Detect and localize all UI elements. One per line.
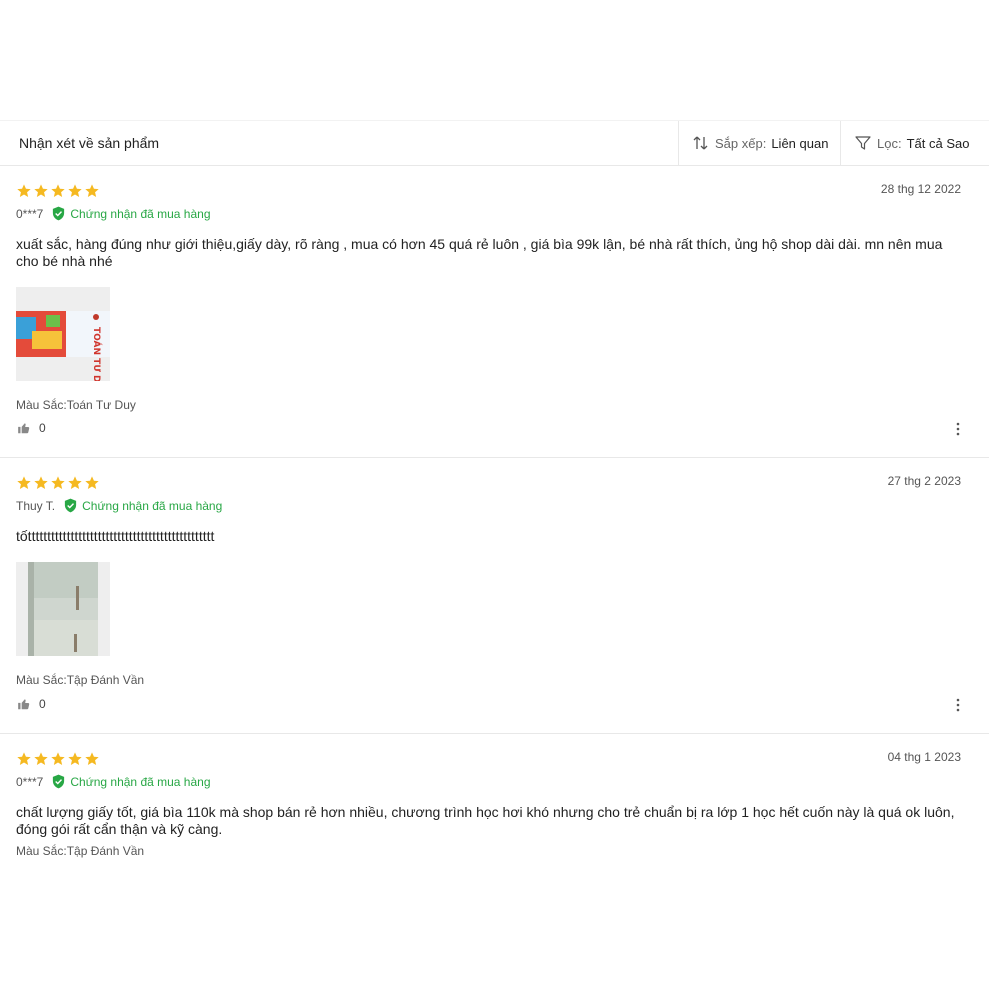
star-icon <box>85 184 99 197</box>
star-icon <box>85 752 99 765</box>
like-count: 0 <box>39 421 46 435</box>
verified-check-icon <box>53 206 65 221</box>
star-icon <box>34 184 48 197</box>
review-date: 28 thg 12 2022 <box>880 182 961 196</box>
more-options-icon[interactable] <box>955 698 961 712</box>
star-icon <box>34 476 48 489</box>
thumbs-up-icon <box>18 423 30 434</box>
review-date: 27 thg 2 2023 <box>887 474 961 488</box>
star-rating <box>16 751 100 767</box>
star-rating <box>16 475 100 491</box>
star-rating <box>16 183 100 199</box>
review-text: chất lượng giấy tốt, giá bìa 110k mà sho… <box>16 804 955 837</box>
verified-check-icon <box>53 774 65 789</box>
reviews-header: Nhận xét về sản phẩm Sắp xếp: Liên quan … <box>0 120 989 166</box>
star-icon <box>68 476 82 489</box>
star-icon <box>51 752 65 765</box>
like-button[interactable]: 0 <box>17 421 46 435</box>
reviewer-name: 0***7 <box>16 206 44 221</box>
star-icon <box>17 476 31 489</box>
review-item: 04 thg 1 2023 0***7 Chứng nhận đã mua hà… <box>0 734 989 870</box>
reviewer-name: 0***7 <box>16 774 44 789</box>
star-icon <box>68 752 82 765</box>
star-icon <box>17 752 31 765</box>
verified-purchase-text: Chứng nhận đã mua hàng <box>70 774 211 789</box>
variant-label: Màu Sắc:Tập Đánh Vần <box>16 673 145 687</box>
variant-label: Màu Sắc:Toán Tư Duy <box>16 398 136 412</box>
product-photo-image <box>16 562 110 656</box>
cover-title: TOÁN TƯ DUY <box>91 327 103 381</box>
verified-purchase-text: Chứng nhận đã mua hàng <box>82 498 223 513</box>
star-icon <box>34 752 48 765</box>
sort-control[interactable]: Sắp xếp: Liên quan <box>678 121 841 165</box>
star-icon <box>51 476 65 489</box>
filter-icon <box>855 136 871 150</box>
review-text: xuất sắc, hàng đúng như giới thiệu,giấy … <box>16 236 943 269</box>
verified-check-icon <box>65 498 77 513</box>
reviewer-line: 0***7 Chứng nhận đã mua hàng <box>16 206 211 221</box>
reviews-title: Nhận xét về sản phẩm <box>19 135 160 151</box>
review-item: 28 thg 12 2022 0***7 Chứng nhận đã mua h… <box>0 166 989 458</box>
reviewer-name: Thuy T. <box>16 498 56 513</box>
star-icon <box>17 184 31 197</box>
star-icon <box>85 476 99 489</box>
verified-purchase-text: Chứng nhận đã mua hàng <box>70 206 211 221</box>
variant-label: Màu Sắc:Tập Đánh Vần <box>16 844 145 858</box>
filter-control[interactable]: Lọc: Tất cả Sao <box>840 121 989 165</box>
thumbs-up-icon <box>18 699 30 710</box>
sort-value: Liên quan <box>771 135 829 151</box>
reviewer-line: 0***7 Chứng nhận đã mua hàng <box>16 774 211 789</box>
star-icon <box>68 184 82 197</box>
filter-value: Tất cả Sao <box>906 135 970 151</box>
review-text: tốtttttttttttttttttttttttttttttttttttttt… <box>16 528 215 544</box>
like-count: 0 <box>39 697 46 711</box>
review-date: 04 thg 1 2023 <box>887 750 961 764</box>
star-icon <box>51 184 65 197</box>
like-button[interactable]: 0 <box>17 697 46 711</box>
filter-label: Lọc: <box>877 135 902 151</box>
review-photo[interactable]: TOÁN TƯ DUY <box>16 287 110 381</box>
book-cover-image: TOÁN TƯ DUY <box>16 287 110 381</box>
reviewer-line: Thuy T. Chứng nhận đã mua hàng <box>16 498 222 513</box>
more-options-icon[interactable] <box>955 422 961 436</box>
sort-icon <box>693 136 708 150</box>
review-item: 27 thg 2 2023 Thuy T. Chứng nhận đã mua … <box>0 458 989 734</box>
sort-label: Sắp xếp: <box>715 135 767 151</box>
review-photo[interactable] <box>16 562 110 656</box>
reviews-panel: Nhận xét về sản phẩm Sắp xếp: Liên quan … <box>0 120 989 870</box>
